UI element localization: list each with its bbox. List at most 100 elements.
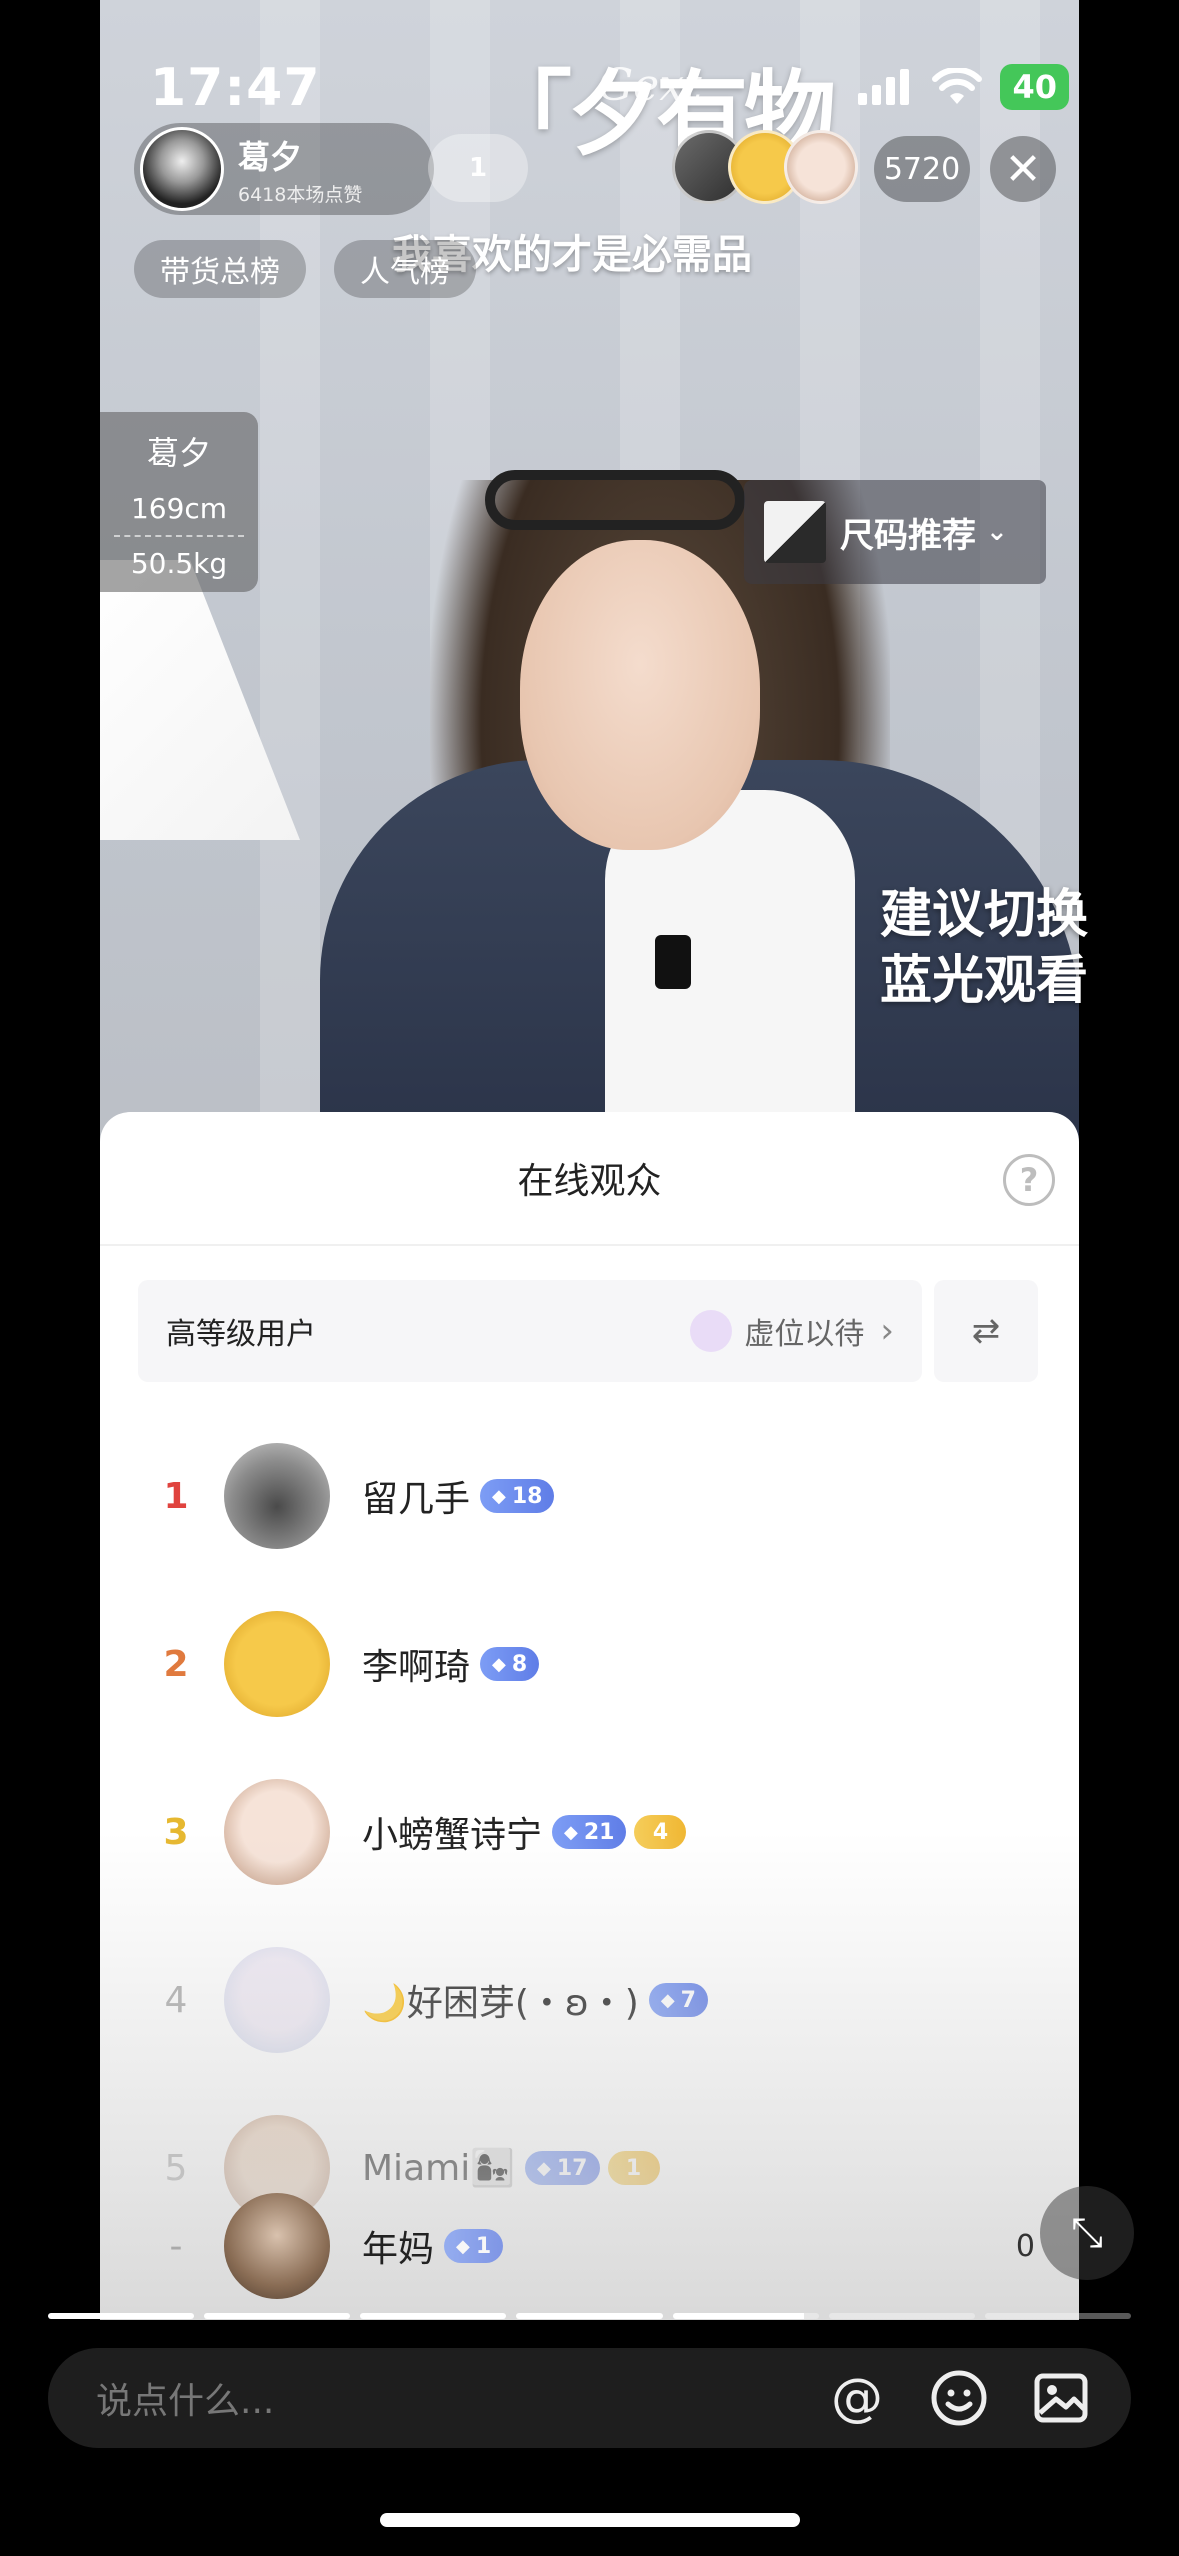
host-name: 葛夕 xyxy=(238,137,303,176)
model-weight: 50.5kg xyxy=(130,547,228,580)
viewer-avatar[interactable] xyxy=(224,1947,330,2053)
mention-icon[interactable]: @ xyxy=(825,2366,889,2430)
level-gem-icon: ◆ xyxy=(660,1989,675,2011)
level-badge: ◆ 1 xyxy=(444,2229,504,2263)
viewer-rank: 2 xyxy=(163,1643,189,1685)
level-badge: ◆ 7 xyxy=(648,1983,708,2017)
viewer-row[interactable]: 3 小螃蟹诗宁 ◆ 21 4 xyxy=(100,1748,1079,1916)
host-avatar[interactable] xyxy=(140,127,224,211)
level-gem-icon: ◆ xyxy=(492,1653,506,1675)
host-profile[interactable]: 葛夕 6418本场点赞 xyxy=(134,123,434,215)
brand-logo-sub: Gext xyxy=(598,60,702,111)
status-icons: 40 xyxy=(858,64,1069,110)
chevron-right-icon: › xyxy=(880,1311,894,1351)
viewer-rank: 4 xyxy=(164,1979,188,2021)
sales-rank-button[interactable]: 带货总榜 xyxy=(134,240,306,298)
online-viewers-panel: 在线观众 ? 高等级用户 虚位以待 › ⇄ 1 留几手 ◆ 18 2 李啊琦 ◆ 8 3 小螃蟹诗… xyxy=(100,1112,1079,2320)
status-time: 17:47 xyxy=(150,58,321,118)
level-badge: ◆ 18 xyxy=(480,1479,555,1513)
level-value: 21 xyxy=(583,1819,615,1845)
viewer-list: 1 留几手 ◆ 18 2 李啊琦 ◆ 8 3 小螃蟹诗宁 ◆ 21 4 4 🌙好困芽(・ʚ・) ◆ 7 5 Miam… xyxy=(100,1412,1079,2252)
progress-fill xyxy=(48,2313,195,2319)
progress-segment xyxy=(828,2313,975,2319)
viewer-name: 小螃蟹诗宁 xyxy=(362,1815,543,1856)
filter-row: 高等级用户 虚位以待 › ⇄ xyxy=(138,1280,1038,1382)
image-icon-svg xyxy=(1034,2373,1088,2423)
level-gem-icon: ◆ xyxy=(564,1821,578,1843)
self-score: 0 xyxy=(1015,2228,1035,2264)
sunglasses xyxy=(485,470,745,530)
home-indicator[interactable] xyxy=(380,2513,800,2527)
top-viewer-avatars[interactable] xyxy=(672,130,858,204)
wifi-icon xyxy=(932,68,983,104)
progress-segment xyxy=(360,2313,507,2319)
progress-segment xyxy=(48,2313,195,2319)
streamer-face xyxy=(520,540,760,850)
host-likes: 6418本场点赞 xyxy=(238,183,363,206)
viewer-count-button[interactable]: 5720 xyxy=(874,136,970,202)
image-icon[interactable] xyxy=(1029,2366,1093,2430)
model-name: 葛夕 xyxy=(146,434,211,472)
emoji-icon[interactable] xyxy=(927,2366,991,2430)
close-icon[interactable]: ✕ xyxy=(990,136,1056,202)
reserve-text: 虚位以待 xyxy=(744,1317,865,1352)
viewer-name: 李啊琦 xyxy=(362,1647,471,1688)
viewer-row[interactable]: 4 🌙好困芽(・ʚ・) ◆ 7 xyxy=(100,1916,1079,2084)
viewer-avatar[interactable] xyxy=(224,1443,330,1549)
viewer-avatar[interactable] xyxy=(224,1779,330,1885)
chevron-down-icon: ⌄ xyxy=(986,517,1008,547)
story-progress xyxy=(48,2313,1131,2319)
collapse-icon[interactable]: ⤡ xyxy=(1040,2186,1134,2280)
viewer-row[interactable]: 1 留几手 ◆ 18 xyxy=(100,1412,1079,1580)
progress-fill xyxy=(360,2313,507,2319)
level-badge: ◆ 21 xyxy=(552,1815,627,1849)
viewer-name: 🌙好困芽(・ʚ・) xyxy=(362,1983,639,2024)
bluray-hint-line: 建议切换 xyxy=(880,885,1089,945)
size-recommend-label: 尺码推荐 xyxy=(840,515,976,556)
level-value: 7 xyxy=(680,1987,696,2013)
progress-fill xyxy=(516,2313,663,2319)
progress-segment xyxy=(204,2313,351,2319)
level-gem-icon: ◆ xyxy=(456,2235,470,2257)
emoji-icon-svg xyxy=(931,2370,987,2426)
viewer-avatar[interactable] xyxy=(224,1611,330,1717)
fan-badge: 4 xyxy=(634,1815,687,1849)
comment-bar[interactable]: 说点什么... @ xyxy=(48,2348,1131,2448)
panel-title: 在线观众 xyxy=(517,1161,662,1202)
comment-input[interactable]: 说点什么... xyxy=(96,2372,825,2424)
viewer-row[interactable]: 2 李啊琦 ◆ 8 xyxy=(100,1580,1079,1748)
level-value: 8 xyxy=(511,1651,528,1677)
viewer-avatar[interactable] xyxy=(784,130,858,204)
self-rank: - xyxy=(169,2225,183,2267)
level-badge: ◆ 8 xyxy=(480,1647,540,1681)
battery-icon: 40 xyxy=(1000,64,1069,110)
help-icon[interactable]: ? xyxy=(1003,1154,1055,1206)
model-size-card: 葛夕 169cm 50.5kg xyxy=(100,412,258,592)
placeholder-avatar-icon xyxy=(690,1310,733,1352)
lapel-mic xyxy=(655,935,691,989)
progress-segment xyxy=(672,2313,819,2319)
progress-segment xyxy=(516,2313,663,2319)
level-value: 1 xyxy=(475,2233,492,2259)
level-gem-icon: ◆ xyxy=(492,1485,506,1507)
bluray-hint: 建议切换 蓝光观看 xyxy=(880,882,1088,1014)
self-avatar[interactable] xyxy=(224,2193,330,2299)
progress-fill xyxy=(204,2313,351,2319)
swap-icon[interactable]: ⇄ xyxy=(934,1280,1038,1382)
model-height: 169cm xyxy=(114,492,244,537)
viewer-rank: 1 xyxy=(163,1475,189,1517)
size-recommend-button[interactable]: 尺码推荐 ⌄ xyxy=(744,480,1046,584)
signal-icon xyxy=(858,69,910,105)
bluray-hint-line: 蓝光观看 xyxy=(880,951,1089,1011)
filter-label: 高等级用户 xyxy=(166,1317,316,1352)
product-thumbnail xyxy=(764,501,826,563)
viewer-name: 留几手 xyxy=(362,1479,471,1520)
viewer-rank: 3 xyxy=(163,1811,189,1853)
high-level-users-filter[interactable]: 高等级用户 虚位以待 › xyxy=(138,1280,922,1382)
panel-header: 在线观众 ? xyxy=(100,1112,1079,1246)
popularity-rank-button[interactable]: 人气榜 xyxy=(334,240,476,298)
progress-fill xyxy=(672,2313,805,2319)
progress-segment xyxy=(984,2313,1131,2319)
self-name: 年妈 xyxy=(362,2229,435,2270)
self-viewer-row[interactable]: - 年妈 ◆ 1 0 xyxy=(100,2162,1079,2320)
